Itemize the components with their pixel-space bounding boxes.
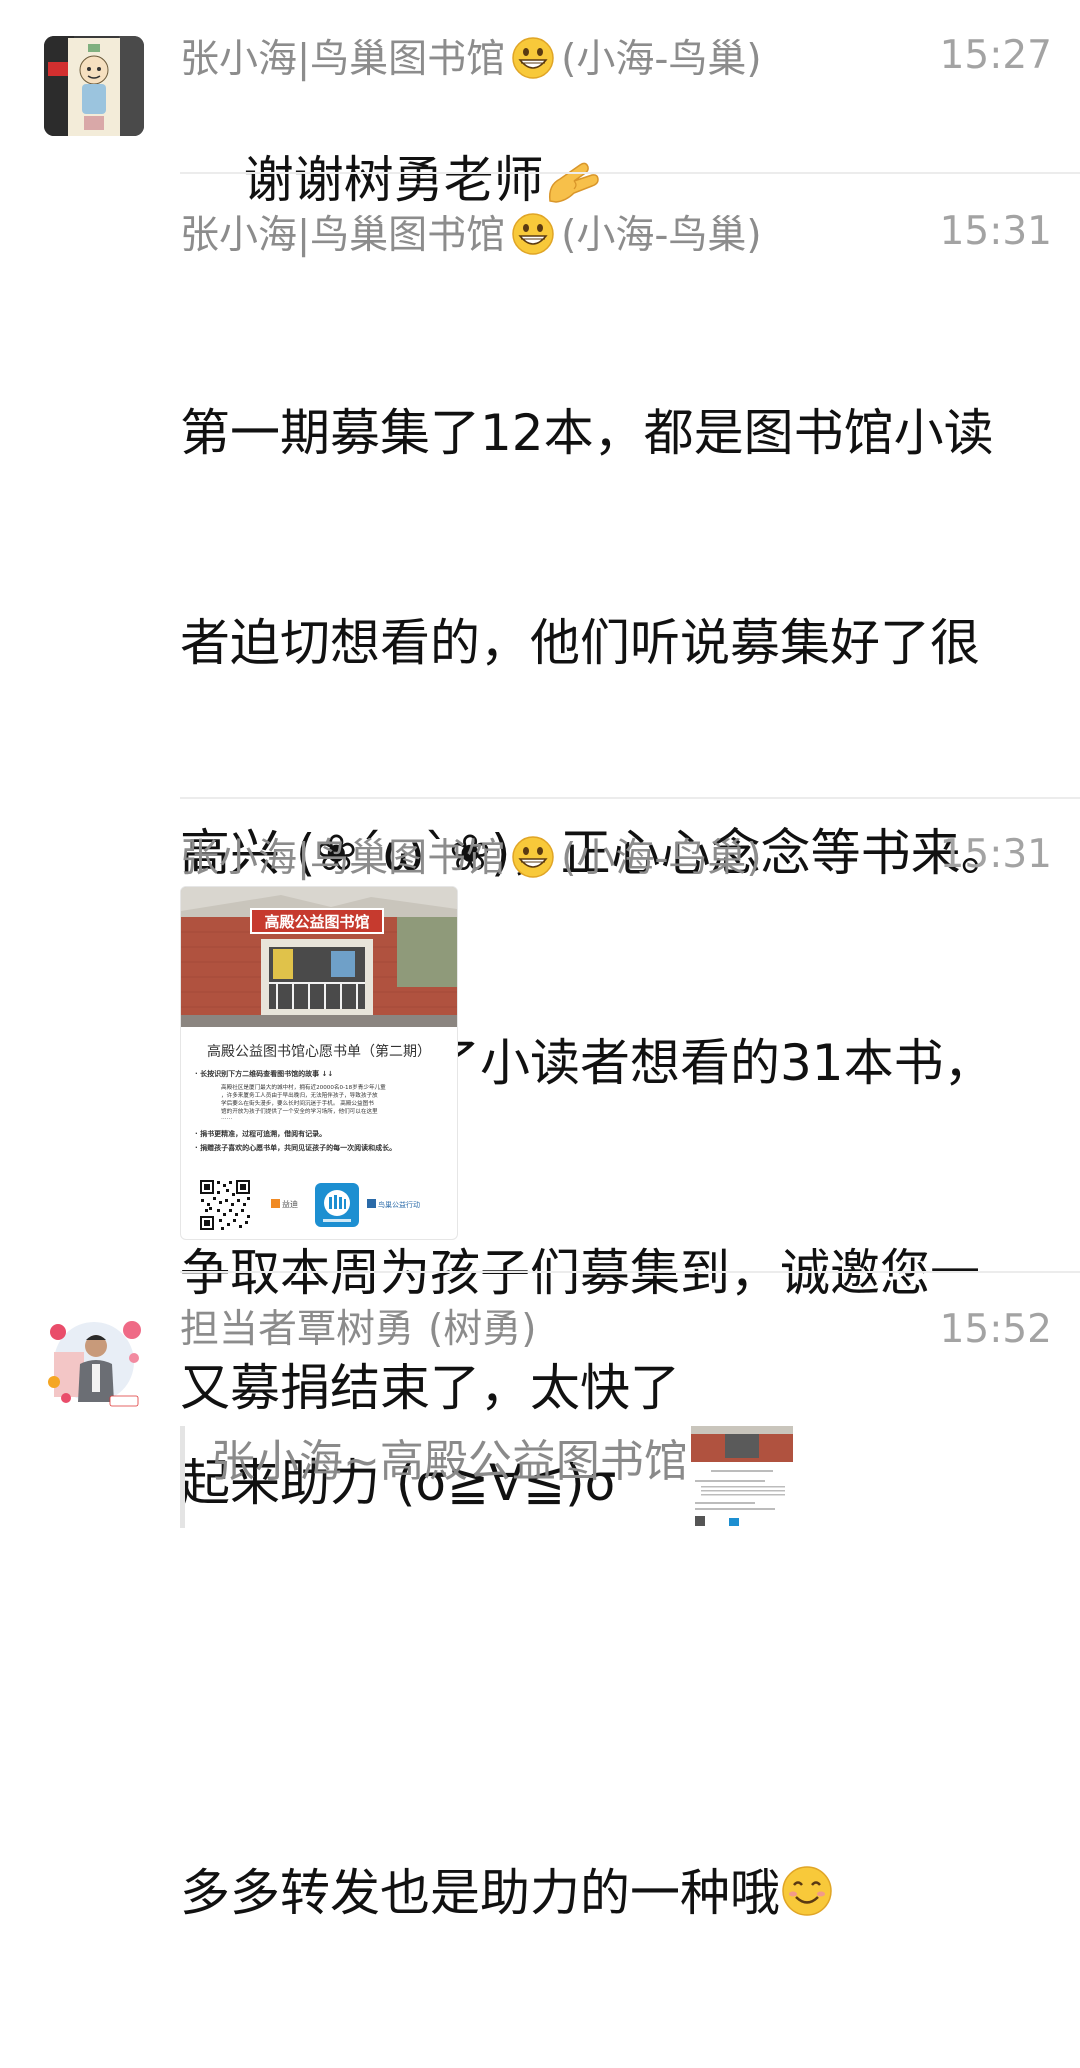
message-text: 又募捐结束了，太快了 xyxy=(180,1359,680,1417)
library-logo-icon xyxy=(315,1183,359,1227)
message-time: 15:52 xyxy=(939,1307,1052,1352)
grinning-face-emoji-icon xyxy=(512,37,554,79)
divider xyxy=(180,1271,1080,1273)
qr-code-icon xyxy=(199,1179,251,1231)
image-message[interactable]: 高殿公益图书馆 高殿公益图书馆心愿书单（第二期） · 长按识别下方二维码查看图书… xyxy=(180,886,458,1240)
grinning-face-emoji-icon xyxy=(512,836,554,878)
poster-body-line: 高殿社区是厦门最大的城中村，拥有近20000名0-18岁青少年儿童 xyxy=(221,1085,386,1091)
yidi-logo: 益迪 xyxy=(271,1199,298,1210)
poster-body-line: ，许多来厦务工人员由于早出晚归，无法陪伴孩子，导致孩子放 xyxy=(221,1093,378,1099)
poster-body-line: 学后要么在街头漫步，要么长时间沉迷于手机。 高殿公益图书 xyxy=(221,1101,374,1107)
quoted-message[interactable]: 张小海~高殿公益图书馆: xyxy=(180,1426,885,1536)
poster-line: · 捐赠孩子喜欢的心愿书单，共同见证孩子的每一次阅读和成长。 xyxy=(195,1144,397,1152)
poster-title: 高殿公益图书馆心愿书单（第二期） xyxy=(207,1044,431,1060)
poster-body-line: 馆的开放为孩子们提供了一个安全的学习场所，他们可以在这里 xyxy=(221,1109,378,1115)
avatar-shuyong[interactable] xyxy=(44,1312,144,1412)
divider xyxy=(180,797,1080,799)
sender-name: 担当者覃树勇 (树勇) xyxy=(180,1307,537,1352)
poster-line: · 捐书更精准，过程可追溯，借阅有记录。 xyxy=(195,1130,327,1138)
grinning-face-emoji-icon xyxy=(512,213,554,255)
nest-logo: 鸟巢公益行动 xyxy=(367,1199,420,1210)
message-line: 第一期募集了12本，都是图书馆小读 xyxy=(180,404,994,462)
poster-body: · 长按识别下方二维码查看图书馆的故事 ↓↓ 高殿社区是厦门最大的城中村，拥有近… xyxy=(181,1061,457,1153)
nest-logo-icon xyxy=(367,1199,376,1208)
message-time: 15:31 xyxy=(939,209,1052,254)
quoted-image-thumbnail[interactable] xyxy=(685,1426,799,1536)
poster-footer: 益迪 鸟巢公益行动 xyxy=(199,1179,439,1233)
yidi-logo-icon xyxy=(271,1199,280,1208)
poster-body-line: …… xyxy=(221,1115,233,1121)
quoted-sender: 张小海~高殿公益图书馆: xyxy=(211,1436,703,1487)
smiling-face-emoji-icon xyxy=(782,1866,832,1916)
message-line: 争取本周为孩子们募集到，诚邀您一 xyxy=(180,1244,980,1302)
avatar-zhangxiaohai[interactable] xyxy=(44,36,144,136)
message-time: 15:27 xyxy=(939,33,1052,78)
sender-name: 张小海|鸟巢图书馆 (小海-鸟巢) xyxy=(180,37,762,82)
poster-line: · 长按识别下方二维码查看图书馆的故事 ↓↓ xyxy=(195,1070,334,1078)
sender-name: 张小海|鸟巢图书馆 (小海-鸟巢) xyxy=(180,836,762,881)
divider xyxy=(180,172,1080,174)
message-time: 15:31 xyxy=(939,832,1052,877)
library-photo: 高殿公益图书馆 xyxy=(181,887,457,1027)
sender-name: 张小海|鸟巢图书馆 (小海-鸟巢) xyxy=(180,213,762,258)
message-line: 多多转发也是助力的一种哦 xyxy=(180,1858,1050,1928)
quoted-image xyxy=(685,1426,799,1528)
pinching-hand-emoji-icon xyxy=(548,162,599,203)
library-sign: 高殿公益图书馆 xyxy=(264,913,369,931)
message-line: 者迫切想看的，他们听说募集好了很 xyxy=(180,614,980,672)
